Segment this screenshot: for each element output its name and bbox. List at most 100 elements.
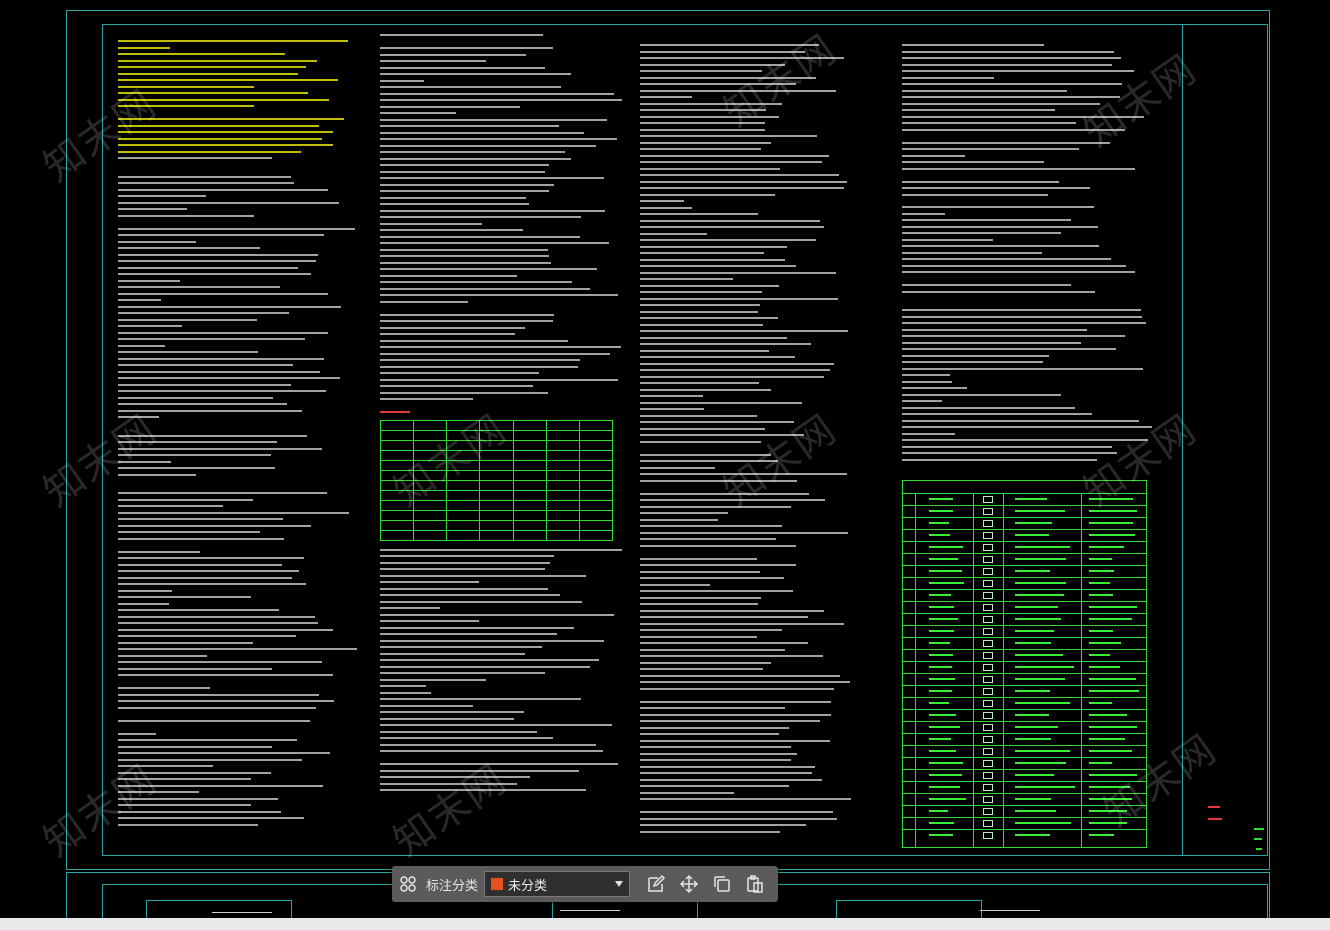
note-text-line <box>640 557 757 560</box>
note-text-line <box>902 245 1099 247</box>
note-text-line <box>380 359 580 361</box>
legend-note <box>1089 558 1112 560</box>
note-text-line <box>640 304 760 306</box>
note-text-line <box>902 361 1043 363</box>
note-text-line <box>640 421 794 423</box>
legend-label <box>929 510 953 512</box>
legend-label <box>929 498 953 500</box>
note-text-line <box>640 778 822 781</box>
note-text-line <box>640 284 779 287</box>
note-text-line <box>640 310 758 313</box>
note-text-line <box>380 346 621 348</box>
note-text-line <box>640 414 757 417</box>
note-text-line <box>380 222 482 225</box>
legend-note <box>1089 582 1110 584</box>
note-text-line <box>640 427 765 430</box>
note-text-line <box>640 291 762 293</box>
note-text-line <box>380 229 523 231</box>
note-text-line <box>118 498 253 501</box>
note-text-line <box>902 212 945 215</box>
note-text-line <box>380 398 473 400</box>
note-text-line <box>118 150 301 153</box>
note-text-line <box>380 659 599 661</box>
note-text-line <box>902 426 1152 428</box>
note-text-line <box>640 564 796 566</box>
horizontal-scrollbar[interactable] <box>0 918 1330 930</box>
category-color-swatch <box>491 878 504 890</box>
legend-row-line <box>903 829 1146 830</box>
note-text-line <box>380 594 560 596</box>
legend-note <box>1089 690 1139 692</box>
legend-note <box>1089 834 1114 836</box>
note-text-line <box>640 343 811 345</box>
note-text-line <box>380 548 622 551</box>
note-text-line <box>640 200 684 202</box>
category-select[interactable]: 未分类 <box>484 871 631 897</box>
note-text-line <box>118 273 311 275</box>
note-text-line <box>118 227 355 230</box>
note-text-line <box>902 102 1100 105</box>
note-text-line <box>380 60 486 62</box>
note-text-line <box>380 118 607 121</box>
note-text-line <box>380 53 526 56</box>
legend-spec <box>1015 666 1074 668</box>
note-text-line <box>640 336 787 339</box>
legend-spec <box>1015 582 1066 584</box>
legend-row-line <box>903 625 1146 626</box>
legend-note <box>1089 522 1133 524</box>
note-text-line <box>118 305 341 308</box>
note-text-line <box>902 309 1141 311</box>
legend-note <box>1089 642 1121 644</box>
note-text-line <box>118 409 302 412</box>
note-text-line <box>380 183 554 186</box>
legend-label <box>929 606 954 608</box>
legend-note <box>1089 750 1132 752</box>
note-text-line <box>380 352 610 355</box>
copy-icon[interactable] <box>710 872 734 896</box>
move-icon[interactable] <box>677 872 701 896</box>
note-text-line <box>902 89 1067 92</box>
note-text-line <box>380 196 526 199</box>
note-text-line <box>380 281 572 283</box>
note-text-line <box>380 581 479 583</box>
note-text-line <box>640 408 704 410</box>
note-text-line <box>118 260 316 262</box>
note-text-line <box>118 338 305 340</box>
note-text-line <box>118 318 257 321</box>
note-text-line <box>902 258 1111 260</box>
note-text-line <box>380 79 424 82</box>
lower-sheet-block-c <box>836 900 982 918</box>
note-text-line <box>118 576 292 579</box>
legend-symbol <box>983 580 993 587</box>
note-text-line <box>118 635 296 637</box>
note-text-line <box>640 713 831 716</box>
annotation-toolbar: 标注分类 未分类 <box>392 866 778 902</box>
note-text-line <box>118 351 258 353</box>
legend-label <box>929 810 948 812</box>
note-text-line <box>118 473 196 476</box>
note-text-line <box>380 170 545 173</box>
note-text-line <box>902 83 1122 85</box>
note-text-line <box>902 109 1055 111</box>
note-text-line <box>118 531 260 533</box>
cad-canvas[interactable]: 知末网 知末网 知末网 知末网 知末网 知末网 知末网 知末网 知末网 知末网 <box>0 0 1330 918</box>
note-text-line <box>640 811 833 813</box>
apps-grid-icon[interactable] <box>396 872 420 896</box>
note-text-line <box>902 251 1042 254</box>
note-text-line <box>380 613 614 616</box>
category-select-value: 未分类 <box>508 878 548 894</box>
note-text-line <box>640 258 785 261</box>
note-text-line <box>902 154 965 157</box>
legend-symbol <box>983 772 993 779</box>
note-text-line <box>640 791 734 794</box>
legend-row-line <box>903 589 1146 590</box>
note-text-line <box>118 752 330 754</box>
paste-icon[interactable] <box>743 872 767 896</box>
note-text-line <box>118 331 328 334</box>
note-text-line <box>380 750 603 752</box>
note-text-line <box>902 141 1110 144</box>
edit-icon[interactable] <box>644 872 668 896</box>
note-text-line <box>380 164 549 166</box>
note-text-line <box>118 299 161 301</box>
legend-spec <box>1015 702 1070 704</box>
